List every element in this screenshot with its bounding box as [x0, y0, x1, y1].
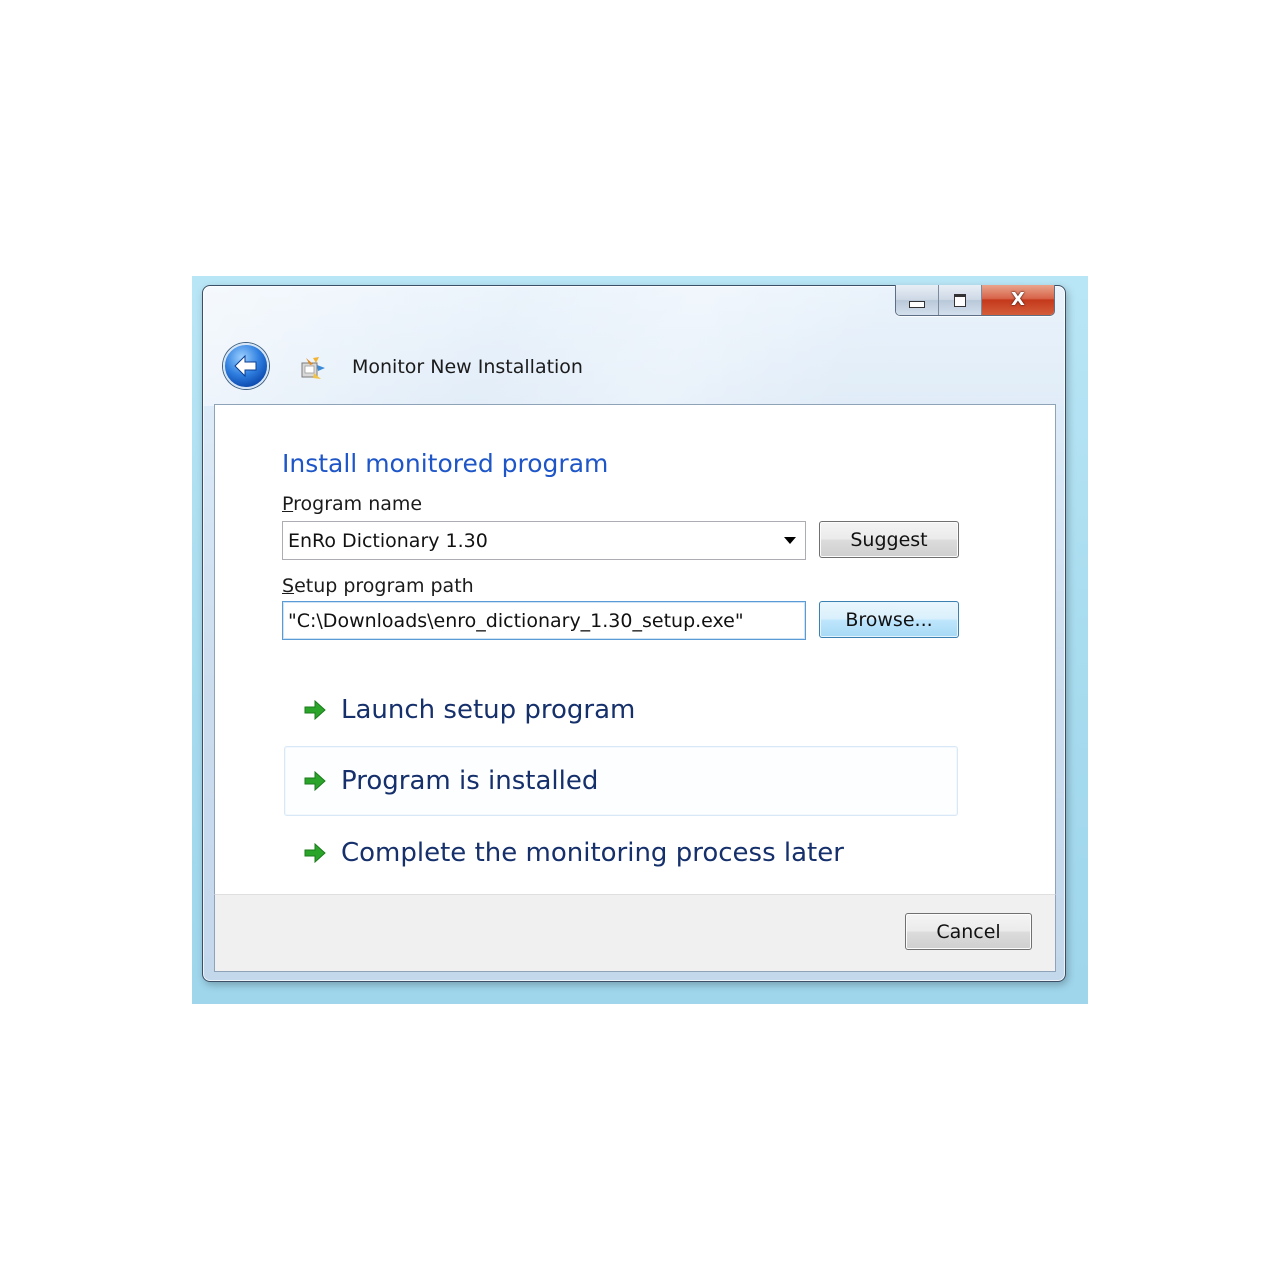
back-button[interactable] — [223, 343, 269, 389]
caption-buttons: X — [895, 285, 1055, 316]
maximize-icon — [954, 293, 966, 307]
screen: X Monitor New Installation Install monit… — [0, 0, 1280, 1280]
green-arrow-icon — [304, 699, 326, 721]
maximize-button[interactable] — [939, 285, 982, 315]
program-name-label-text: rogram name — [293, 493, 423, 515]
close-icon: X — [1011, 289, 1025, 310]
program-installed-link-label: Program is installed — [341, 766, 599, 796]
close-button[interactable]: X — [982, 285, 1054, 315]
complete-later-link-label: Complete the monitoring process later — [341, 838, 844, 868]
program-name-value[interactable]: EnRo Dictionary 1.30 — [288, 530, 775, 552]
cancel-button[interactable]: Cancel — [905, 913, 1032, 950]
chevron-down-icon — [784, 537, 796, 544]
program-installed-link[interactable]: Program is installed — [284, 746, 958, 816]
setup-path-accelerator: S — [282, 575, 295, 597]
setup-path-label: Setup program path — [282, 575, 474, 597]
minimize-icon — [909, 300, 925, 308]
setup-path-label-text: etup program path — [294, 575, 474, 597]
setup-path-value[interactable]: "C:\Downloads\enro_dictionary_1.30_setup… — [288, 610, 805, 632]
dropdown-button[interactable] — [775, 522, 805, 559]
program-name-accelerator: P — [282, 493, 294, 515]
green-arrow-icon — [304, 842, 326, 864]
launch-setup-link-label: Launch setup program — [341, 695, 636, 725]
green-arrow-icon — [304, 770, 326, 792]
footer-bar: Cancel — [214, 894, 1056, 972]
dialog-window: X Monitor New Installation Install monit… — [202, 285, 1066, 982]
page-heading: Install monitored program — [282, 449, 609, 478]
content-panel: Install monitored program Program name E… — [214, 404, 1056, 894]
browse-button[interactable]: Browse... — [819, 601, 959, 638]
suggest-button[interactable]: Suggest — [819, 521, 959, 558]
program-name-label: Program name — [282, 493, 422, 515]
complete-later-link[interactable]: Complete the monitoring process later — [284, 818, 958, 888]
program-name-combobox[interactable]: EnRo Dictionary 1.30 — [282, 521, 806, 560]
back-arrow-icon — [234, 354, 257, 378]
window-title: Monitor New Installation — [352, 356, 583, 378]
minimize-button[interactable] — [896, 285, 939, 315]
install-monitor-icon — [301, 357, 325, 379]
setup-path-input[interactable]: "C:\Downloads\enro_dictionary_1.30_setup… — [282, 601, 806, 640]
launch-setup-link[interactable]: Launch setup program — [284, 675, 958, 745]
